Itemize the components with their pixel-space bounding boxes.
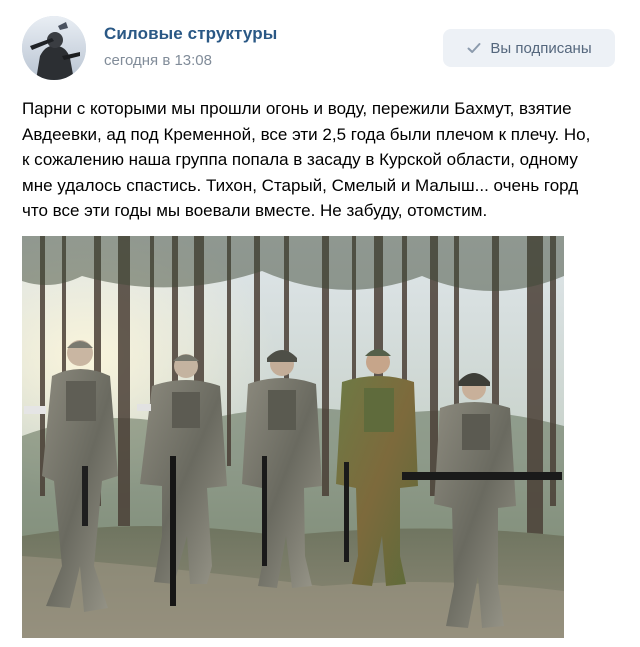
avatar-image: [22, 16, 86, 80]
post-photo[interactable]: [22, 236, 564, 638]
subscribed-button[interactable]: Вы подписаны: [443, 29, 615, 67]
post-text-line: что все эти годы мы воевали вместе. Не з…: [22, 201, 488, 220]
post-text-line: Парни с которыми мы прошли огонь и воду,…: [22, 99, 572, 118]
check-icon: [466, 40, 482, 56]
photo-image: [22, 236, 564, 638]
post-text: Парни с которыми мы прошли огонь и воду,…: [22, 96, 622, 224]
subscribed-button-label: Вы подписаны: [490, 39, 592, 57]
post-text-line: Авдеевки, ад под Кременной, все эти 2,5 …: [22, 124, 591, 144]
post-text-line: к сожалению наша группа попала в засаду …: [22, 150, 578, 169]
group-name-link[interactable]: Силовые структуры: [104, 24, 277, 44]
post-card: Силовые структуры сегодня в 13:08 Вы под…: [0, 0, 640, 647]
post-text-line: мне удалось спастись. Тихон, Старый, Сме…: [22, 175, 579, 195]
group-avatar[interactable]: [22, 16, 86, 80]
post-timestamp[interactable]: сегодня в 13:08: [104, 52, 212, 69]
